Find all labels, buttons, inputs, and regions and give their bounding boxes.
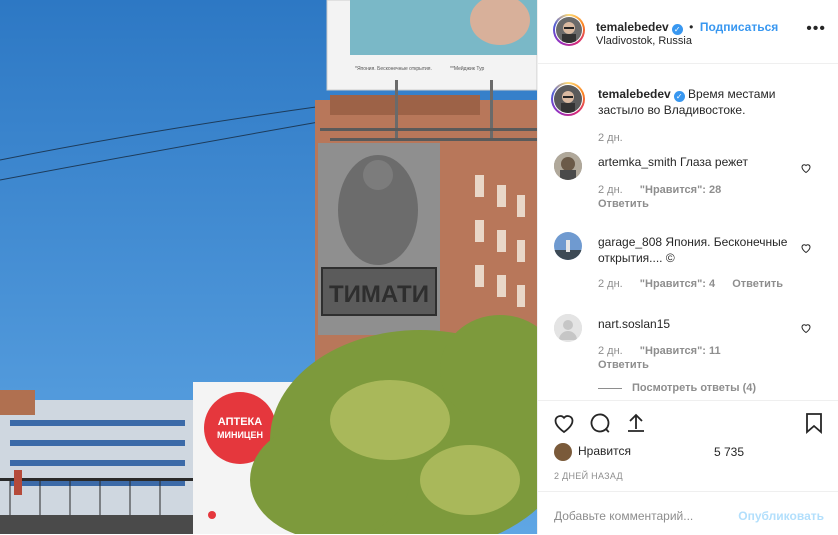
- comment-like-icon[interactable]: [800, 322, 812, 334]
- comment-likes[interactable]: "Нравится": 28: [640, 184, 721, 196]
- publish-button[interactable]: Опубликовать: [738, 509, 824, 523]
- reply-button[interactable]: Ответить: [598, 198, 649, 210]
- post-actions: Нравится 5 735 2 ДНЕЙ НАЗАД: [538, 400, 838, 491]
- top-ad-small1: *Япония. Бесконечные открытия.: [355, 66, 432, 72]
- post-photo: *Япония. Бесконечные открытия. **Мейджик…: [0, 0, 537, 534]
- post-caption: temalebedev ✓ Время местами застыло во Вл…: [538, 82, 838, 152]
- author-avatar[interactable]: [553, 14, 585, 46]
- share-icon[interactable]: [624, 411, 648, 435]
- more-options-icon[interactable]: •••: [806, 20, 826, 38]
- caption-avatar[interactable]: [551, 82, 585, 116]
- post-date[interactable]: 2 ДНЕЙ НАЗАД: [554, 471, 623, 481]
- comment-username[interactable]: artemka_smith: [598, 155, 677, 169]
- post-panel: temalebedev ✓ • Подписаться Vladivostok, …: [537, 0, 838, 534]
- comments-list: temalebedev ✓ Время местами застыло во Вл…: [538, 64, 838, 400]
- comment-input[interactable]: Добавьте комментарий...: [554, 509, 693, 523]
- top-ad-small2: **Мейджик Тур: [450, 65, 485, 72]
- likes-label: Нравится: [578, 444, 631, 459]
- caption-time[interactable]: 2 дн.: [598, 132, 623, 144]
- liker-avatar: [554, 443, 572, 461]
- comment-likes[interactable]: "Нравится": 11: [640, 345, 721, 357]
- billboard-text: ТИМАТИ: [329, 281, 429, 308]
- comment-time[interactable]: 2 дн.: [598, 345, 623, 357]
- comment-bubble-icon[interactable]: [588, 411, 612, 435]
- add-comment-bar: Добавьте комментарий... Опубликовать: [538, 491, 838, 535]
- comment-like-icon[interactable]: [800, 162, 812, 174]
- view-replies-button[interactable]: Посмотреть ответы (4): [598, 382, 756, 394]
- reply-button[interactable]: Ответить: [732, 278, 783, 290]
- reply-button[interactable]: Ответить: [598, 359, 649, 371]
- author-username[interactable]: temalebedev: [596, 20, 669, 34]
- comment-username[interactable]: nart.soslan15: [598, 317, 670, 331]
- follow-button[interactable]: Подписаться: [700, 20, 778, 34]
- comment-username[interactable]: garage_808: [598, 235, 662, 249]
- like-heart-icon[interactable]: [552, 411, 576, 435]
- verified-icon: ✓: [671, 24, 683, 35]
- comment-time[interactable]: 2 дн.: [598, 278, 623, 290]
- location-link[interactable]: Vladivostok, Russia: [596, 35, 692, 47]
- comment-item: garage_808 Япония. Бесконечные открытия.…: [538, 232, 838, 302]
- comment-item: nart.soslan15 2 дн. "Нравится": 11 Ответ…: [538, 314, 838, 394]
- comment-likes[interactable]: "Нравится": 4: [640, 278, 715, 290]
- commenter-avatar[interactable]: [554, 314, 582, 342]
- commenter-avatar[interactable]: [554, 152, 582, 180]
- caption-username[interactable]: temalebedev: [598, 87, 671, 101]
- comment-item: artemka_smith Глаза режет 2 дн. "Нравитс…: [538, 152, 838, 212]
- verified-icon: ✓: [673, 91, 685, 102]
- likes-count[interactable]: 5 735: [714, 445, 744, 459]
- bookmark-icon[interactable]: [802, 411, 826, 435]
- replies-divider: [598, 387, 622, 389]
- comment-time[interactable]: 2 дн.: [598, 184, 623, 196]
- comment-like-icon[interactable]: [800, 242, 812, 254]
- post-header: temalebedev ✓ • Подписаться Vladivostok, …: [538, 0, 838, 64]
- view-replies-label[interactable]: Посмотреть ответы (4): [632, 382, 756, 394]
- commenter-avatar[interactable]: [554, 232, 582, 260]
- pharmacy-line1: АПТЕКА: [218, 416, 262, 428]
- comment-text: Глаза режет: [680, 155, 748, 169]
- separator-dot: •: [689, 20, 694, 34]
- pharmacy-line2: МИНИЦЕН: [217, 430, 263, 440]
- likes-row[interactable]: Нравится 5 735: [554, 443, 744, 461]
